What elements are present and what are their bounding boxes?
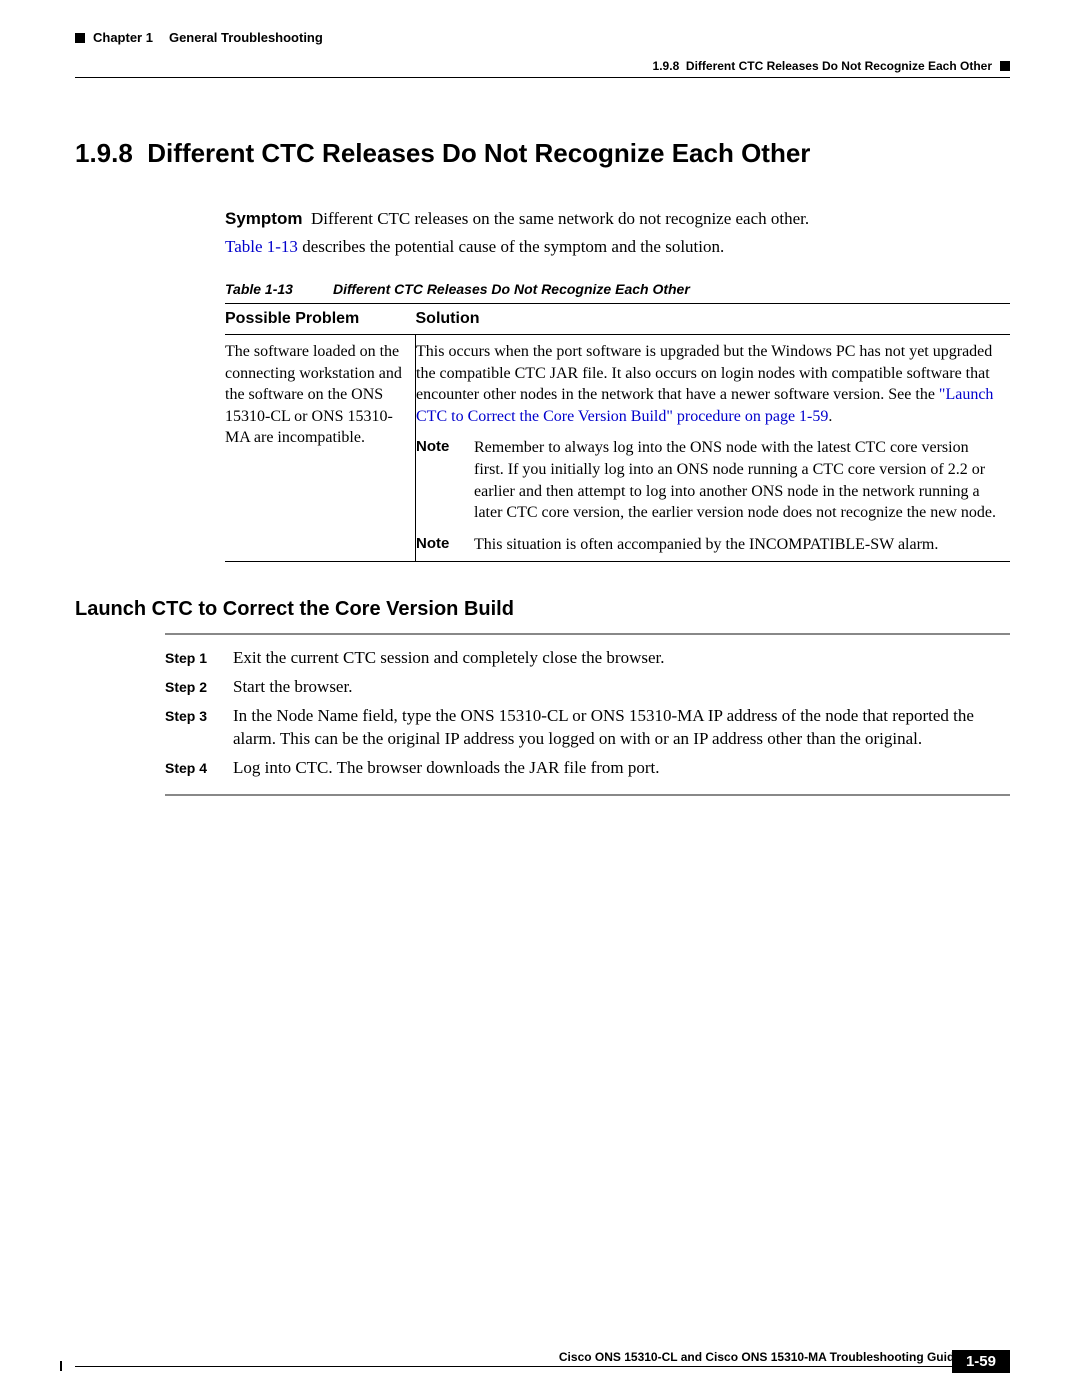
page-number-badge: 1-59 xyxy=(952,1350,1010,1373)
table-reference-after: describes the potential cause of the sym… xyxy=(298,237,724,256)
step-label: Step 4 xyxy=(165,757,219,780)
step-label: Step 1 xyxy=(165,647,219,670)
steps-rule-bottom xyxy=(165,794,1010,796)
step-text: In the Node Name field, type the ONS 153… xyxy=(233,705,1010,751)
table-row: The software loaded on the connecting wo… xyxy=(225,335,1010,562)
step-row: Step 2 Start the browser. xyxy=(165,676,1010,699)
header-square-icon xyxy=(75,33,85,43)
page-footer: Cisco ONS 15310-CL and Cisco ONS 15310-M… xyxy=(75,1350,1010,1367)
footer-book-title: Cisco ONS 15310-CL and Cisco ONS 15310-M… xyxy=(559,1350,993,1364)
header-rule xyxy=(75,77,1010,78)
crop-mark-icon xyxy=(60,1361,62,1371)
note-row: Note This situation is often accompanied… xyxy=(416,534,1000,556)
section-heading: 1.9.8 Different CTC Releases Do Not Reco… xyxy=(75,138,1010,169)
step-label: Step 3 xyxy=(165,705,219,751)
table-caption-label: Table 1-13 xyxy=(225,281,293,297)
note-text: Remember to always log into the ONS node… xyxy=(474,437,1000,523)
chapter-title: General Troubleshooting xyxy=(169,30,323,45)
problem-solution-table: Possible Problem Solution The software l… xyxy=(225,303,1010,562)
running-header-left: Chapter 1 General Troubleshooting xyxy=(75,30,323,45)
section-number: 1.9.8 xyxy=(75,138,133,168)
symptom-text: Different CTC releases on the same netwo… xyxy=(311,209,809,228)
table-header-problem: Possible Problem xyxy=(225,304,416,335)
procedure-heading: Launch CTC to Correct the Core Version B… xyxy=(75,598,1010,621)
footer-rule xyxy=(75,1366,1010,1367)
steps-rule-top xyxy=(165,633,1010,635)
step-row: Step 1 Exit the current CTC session and … xyxy=(165,647,1010,670)
solution-cell: This occurs when the port software is up… xyxy=(416,335,1011,562)
possible-problem-cell: The software loaded on the connecting wo… xyxy=(225,335,416,562)
table-reference-link[interactable]: Table 1-13 xyxy=(225,237,298,256)
header-square-icon xyxy=(1000,61,1010,71)
table-caption: Table 1-13 Different CTC Releases Do Not… xyxy=(225,281,1010,297)
section-title: Different CTC Releases Do Not Recognize … xyxy=(147,138,810,168)
solution-intro: This occurs when the port software is up… xyxy=(416,343,992,403)
step-text: Exit the current CTC session and complet… xyxy=(233,647,665,670)
table-reference-line: Table 1-13 describes the potential cause… xyxy=(225,237,1010,257)
symptom-line: Symptom Different CTC releases on the sa… xyxy=(225,209,1010,229)
table-caption-title: Different CTC Releases Do Not Recognize … xyxy=(333,281,690,297)
note-row: Note Remember to always log into the ONS… xyxy=(416,437,1000,523)
step-row: Step 4 Log into CTC. The browser downloa… xyxy=(165,757,1010,780)
note-label: Note xyxy=(416,437,456,523)
step-row: Step 3 In the Node Name field, type the … xyxy=(165,705,1010,751)
chapter-number: Chapter 1 xyxy=(93,30,153,45)
running-header-right: 1.9.8 Different CTC Releases Do Not Reco… xyxy=(653,59,1010,73)
header-section-title: Different CTC Releases Do Not Recognize … xyxy=(686,59,992,73)
solution-after: . xyxy=(828,408,832,425)
note-label: Note xyxy=(416,534,456,556)
symptom-label: Symptom xyxy=(225,209,302,228)
step-label: Step 2 xyxy=(165,676,219,699)
step-text: Log into CTC. The browser downloads the … xyxy=(233,757,660,780)
header-section-ref: 1.9.8 xyxy=(653,59,680,73)
note-text: This situation is often accompanied by t… xyxy=(474,534,1000,556)
step-text: Start the browser. xyxy=(233,676,352,699)
table-header-solution: Solution xyxy=(416,304,1011,335)
